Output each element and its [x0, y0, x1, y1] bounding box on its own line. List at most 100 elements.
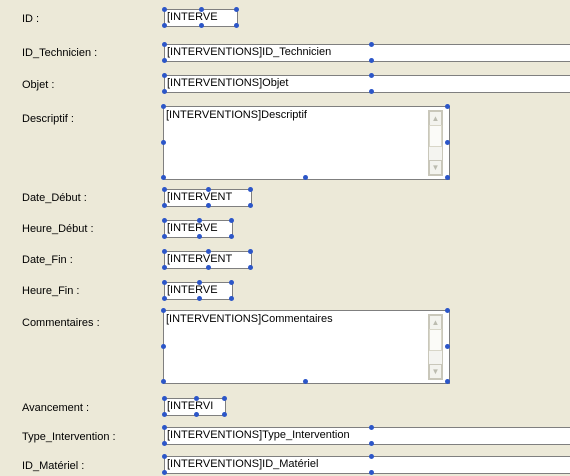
type-intervention-label: Type_Intervention :: [22, 431, 116, 443]
resize-handle[interactable]: [206, 187, 211, 192]
scroll-down-button[interactable]: ▼: [429, 364, 442, 379]
resize-handle[interactable]: [248, 249, 253, 254]
resize-handle[interactable]: [222, 412, 227, 417]
id-materiel-field[interactable]: [INTERVENTIONS]ID_Matériel: [162, 454, 570, 475]
objet-field-value: [INTERVENTIONS]Objet: [167, 77, 289, 89]
resize-handle[interactable]: [197, 280, 202, 285]
resize-handle[interactable]: [234, 7, 239, 12]
resize-handle[interactable]: [445, 344, 450, 349]
resize-handle[interactable]: [162, 58, 167, 63]
heure-debut-field[interactable]: [INTERVE: [162, 218, 234, 239]
resize-handle[interactable]: [248, 187, 253, 192]
resize-handle[interactable]: [162, 470, 167, 475]
scroll-thumb[interactable]: [429, 329, 442, 351]
resize-handle[interactable]: [229, 296, 234, 301]
resize-handle[interactable]: [369, 425, 374, 430]
heure-debut-label: Heure_Début :: [22, 223, 94, 235]
resize-handle[interactable]: [162, 89, 167, 94]
resize-handle[interactable]: [248, 265, 253, 270]
resize-handle[interactable]: [162, 296, 167, 301]
resize-handle[interactable]: [194, 396, 199, 401]
resize-handle[interactable]: [162, 23, 167, 28]
resize-handle[interactable]: [162, 280, 167, 285]
id-technicien-field[interactable]: [INTERVENTIONS]ID_Technicien: [162, 42, 570, 63]
resize-handle[interactable]: [222, 396, 227, 401]
resize-handle[interactable]: [369, 441, 374, 446]
id-field[interactable]: [INTERVE: [162, 7, 239, 28]
resize-handle[interactable]: [369, 42, 374, 47]
scroll-thumb[interactable]: [429, 125, 442, 147]
resize-handle[interactable]: [197, 296, 202, 301]
avancement-field-value: [INTERVI: [167, 400, 214, 412]
resize-handle[interactable]: [162, 218, 167, 223]
resize-handle[interactable]: [234, 23, 239, 28]
id-materiel-label: ID_Matériel :: [22, 460, 85, 472]
resize-handle[interactable]: [369, 89, 374, 94]
resize-handle[interactable]: [161, 379, 166, 384]
resize-handle[interactable]: [248, 203, 253, 208]
resize-handle[interactable]: [162, 234, 167, 239]
resize-handle[interactable]: [445, 308, 450, 313]
date-debut-field[interactable]: [INTERVENT: [162, 187, 253, 208]
resize-handle[interactable]: [161, 140, 166, 145]
resize-handle[interactable]: [199, 23, 204, 28]
resize-handle[interactable]: [162, 42, 167, 47]
resize-handle[interactable]: [161, 175, 166, 180]
date-debut-field-value: [INTERVENT: [167, 191, 233, 203]
resize-handle[interactable]: [445, 104, 450, 109]
id-technicien-field-value: [INTERVENTIONS]ID_Technicien: [167, 46, 332, 58]
avancement-field[interactable]: [INTERVI: [162, 396, 227, 417]
resize-handle[interactable]: [206, 203, 211, 208]
resize-handle[interactable]: [161, 344, 166, 349]
resize-handle[interactable]: [229, 218, 234, 223]
heure-fin-field[interactable]: [INTERVE: [162, 280, 234, 301]
resize-handle[interactable]: [445, 379, 450, 384]
resize-handle[interactable]: [162, 249, 167, 254]
resize-handle[interactable]: [162, 187, 167, 192]
resize-handle[interactable]: [162, 441, 167, 446]
resize-handle[interactable]: [162, 454, 167, 459]
type-intervention-field-value: [INTERVENTIONS]Type_Intervention: [167, 429, 350, 441]
resize-handle[interactable]: [369, 454, 374, 459]
resize-handle[interactable]: [194, 412, 199, 417]
commentaires-label: Commentaires :: [22, 317, 100, 329]
commentaires-field-value: [INTERVENTIONS]Commentaires: [166, 313, 333, 325]
resize-handle[interactable]: [445, 140, 450, 145]
resize-handle[interactable]: [162, 73, 167, 78]
resize-handle[interactable]: [369, 73, 374, 78]
commentaires-scrollbar[interactable]: ▲ ▼: [428, 314, 443, 380]
type-intervention-field[interactable]: [INTERVENTIONS]Type_Intervention: [162, 425, 570, 446]
resize-handle[interactable]: [229, 234, 234, 239]
resize-handle[interactable]: [303, 379, 308, 384]
id-label: ID :: [22, 13, 40, 25]
resize-handle[interactable]: [162, 203, 167, 208]
resize-handle[interactable]: [162, 7, 167, 12]
resize-handle[interactable]: [369, 470, 374, 475]
scroll-up-button[interactable]: ▲: [429, 315, 442, 330]
resize-handle[interactable]: [162, 412, 167, 417]
id-field-value: [INTERVE: [167, 11, 218, 23]
resize-handle[interactable]: [303, 175, 308, 180]
scroll-up-button[interactable]: ▲: [429, 111, 442, 126]
descriptif-field[interactable]: [INTERVENTIONS]Descriptif ▲ ▼: [161, 104, 450, 180]
commentaires-field[interactable]: [INTERVENTIONS]Commentaires ▲ ▼: [161, 308, 450, 384]
objet-field[interactable]: [INTERVENTIONS]Objet: [162, 73, 570, 94]
resize-handle[interactable]: [161, 104, 166, 109]
resize-handle[interactable]: [229, 280, 234, 285]
resize-handle[interactable]: [197, 218, 202, 223]
resize-handle[interactable]: [161, 308, 166, 313]
id-materiel-field-value: [INTERVENTIONS]ID_Matériel: [167, 458, 319, 470]
descriptif-scrollbar[interactable]: ▲ ▼: [428, 110, 443, 176]
resize-handle[interactable]: [162, 396, 167, 401]
date-fin-field[interactable]: [INTERVENT: [162, 249, 253, 270]
resize-handle[interactable]: [162, 265, 167, 270]
resize-handle[interactable]: [199, 7, 204, 12]
scroll-down-button[interactable]: ▼: [429, 160, 442, 175]
date-debut-label: Date_Début :: [22, 192, 87, 204]
resize-handle[interactable]: [197, 234, 202, 239]
resize-handle[interactable]: [162, 425, 167, 430]
resize-handle[interactable]: [206, 265, 211, 270]
resize-handle[interactable]: [445, 175, 450, 180]
resize-handle[interactable]: [206, 249, 211, 254]
resize-handle[interactable]: [369, 58, 374, 63]
